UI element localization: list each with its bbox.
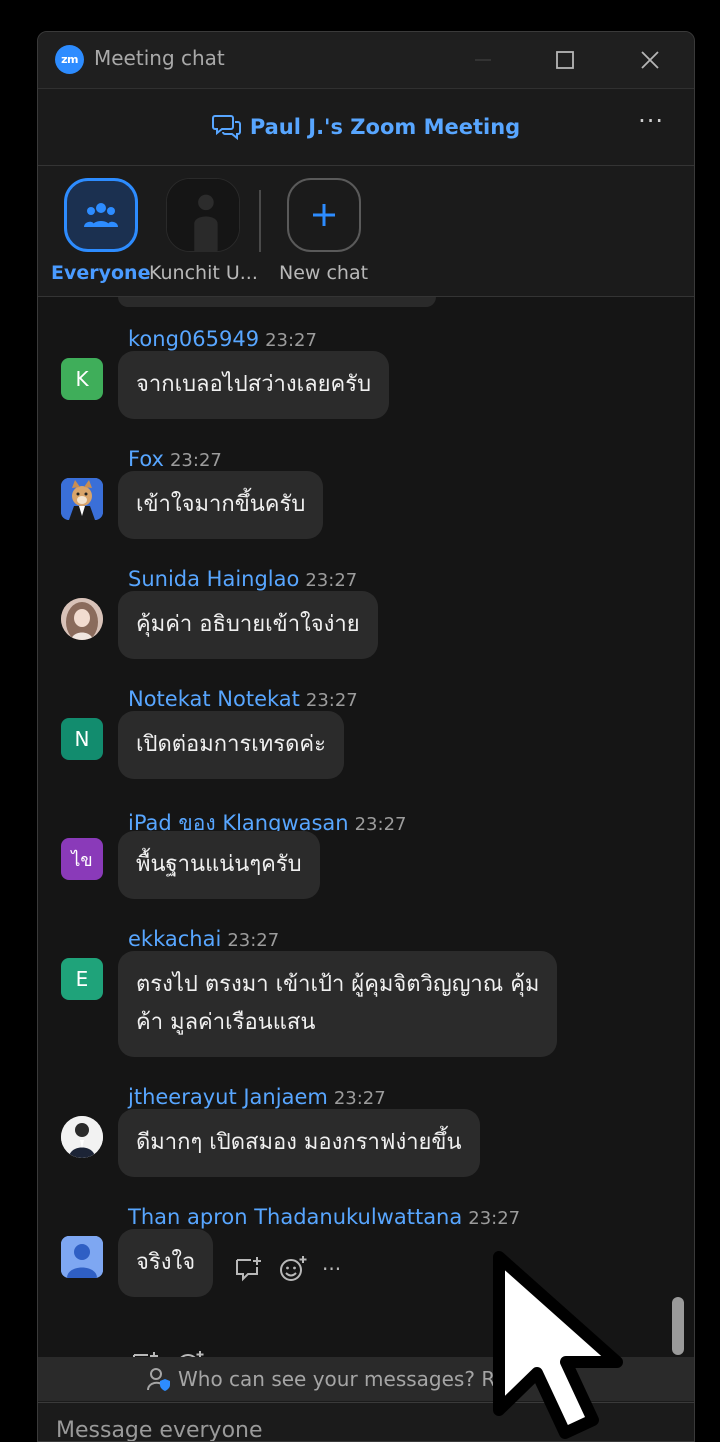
chat-message: Fox 23:27 เข้าใจมากขึ้นครับ (38, 447, 678, 567)
more-actions-button[interactable]: ··· (322, 1257, 341, 1281)
chat-scrollbar[interactable] (672, 297, 684, 1357)
message-time: 23:27 (305, 690, 358, 711)
message-time: 23:27 (354, 814, 407, 835)
meeting-title: Paul J.'s Zoom Meeting (38, 113, 694, 141)
meeting-chat-window: zm Meeting chat Paul J.'s Zoom Meeting ·… (37, 31, 695, 1442)
message-sender[interactable]: ekkachai 23:27 (128, 927, 279, 951)
message-actions: ··· (131, 1350, 238, 1357)
message-bubble[interactable]: เปิดต่อมการเทรดค่ะ (118, 711, 344, 779)
avatar[interactable]: K (61, 358, 103, 400)
message-sender[interactable]: Sunida Hainglao 23:27 (128, 567, 357, 591)
person-silhouette-icon (167, 179, 240, 251)
message-time: 23:27 (227, 930, 280, 951)
avatar[interactable] (61, 478, 103, 520)
maximize-button[interactable] (545, 40, 585, 80)
avatar[interactable] (61, 1116, 103, 1158)
meeting-title-text: Paul J.'s Zoom Meeting (249, 115, 521, 139)
chat-message: iPad ของ Klangwasan 23:27 ไข พื้นฐานแน่นๆ… (38, 807, 678, 927)
chat-bubbles-icon (211, 115, 241, 141)
message-bubble[interactable]: คุ้มค่า อธิบายเข้าใจง่าย (118, 591, 378, 659)
tab-new-chat-label: New chat (279, 262, 369, 284)
tab-divider (259, 190, 261, 252)
chat-message: ekkachai 23:27 E ตรงไป ตรงมา เข้าเป้า ผู้… (38, 927, 678, 1085)
message-time: 23:27 (305, 570, 358, 591)
reply-in-thread-icon[interactable] (131, 1350, 161, 1357)
add-reaction-icon[interactable] (278, 1255, 308, 1283)
scroll-thumb[interactable] (672, 1297, 684, 1355)
message-sender[interactable]: Than apron Thadanukulwattana 23:27 (128, 1205, 520, 1229)
message-bubble[interactable]: จากเบลอไปสว่างเลยครับ (118, 351, 390, 419)
minimize-button[interactable] (463, 40, 503, 80)
default-user-icon (61, 1236, 103, 1278)
profile-photo-icon (61, 1116, 103, 1158)
message-time: 23:27 (333, 1088, 386, 1109)
title-bar: zm Meeting chat (38, 32, 694, 89)
window-title: Meeting chat (94, 46, 225, 70)
minimize-icon (475, 59, 491, 61)
message-sender[interactable]: Notekat Notekat 23:27 (128, 687, 358, 711)
profile-photo-icon (61, 598, 103, 640)
chat-message: Sunida Hainglao 23:27 คุ้มค่า อธิบายเข้าใ… (38, 567, 678, 687)
more-options-button[interactable]: ··· (638, 107, 664, 135)
avatar[interactable]: ไข (61, 838, 103, 880)
tab-kunchit[interactable]: Kunchit U... (149, 178, 258, 284)
message-time: 23:27 (468, 1208, 521, 1229)
reply-in-thread-icon[interactable] (234, 1255, 264, 1283)
close-button[interactable] (630, 40, 670, 80)
chat-header: Paul J.'s Zoom Meeting ··· (38, 89, 694, 166)
chat-message: jtheerayut Janjaem 23:27 ดีมากๆ เปิดสมอง … (38, 1085, 678, 1205)
message-actions: ··· (234, 1255, 341, 1283)
chat-recipients-bar: Everyone Kunchit U... New chat (38, 166, 694, 297)
add-reaction-icon[interactable] (175, 1350, 205, 1357)
avatar[interactable] (61, 1236, 103, 1278)
chat-feed[interactable]: kong065949 23:27 K จากเบลอไปสว่างเลยครับ … (38, 297, 694, 1357)
close-icon (641, 51, 659, 69)
maximize-icon (556, 51, 574, 69)
privacy-text: Who can see your messages? Rec (178, 1367, 518, 1391)
previous-message-bubble (118, 297, 436, 307)
chat-message: kong065949 23:27 K จากเบลอไปสว่างเลยครับ (38, 327, 678, 447)
zoom-logo-icon: zm (55, 45, 84, 74)
message-bubble[interactable]: จริงใจ (118, 1229, 214, 1297)
message-sender[interactable]: jtheerayut Janjaem 23:27 (128, 1085, 386, 1109)
everyone-circle (63, 178, 138, 252)
user-shield-icon (147, 1368, 170, 1391)
tab-kunchit-label: Kunchit U... (149, 262, 258, 284)
dog-avatar-icon (61, 478, 103, 520)
new-chat-circle (286, 178, 361, 252)
avatar[interactable] (61, 598, 103, 640)
tab-everyone-label: Everyone (51, 262, 151, 284)
plus-icon (312, 204, 335, 226)
message-sender[interactable]: Fox 23:27 (128, 447, 222, 471)
message-sender[interactable]: kong065949 23:27 (128, 327, 317, 351)
message-bubble[interactable]: พื้นฐานแน่นๆครับ (118, 831, 320, 899)
message-bubble[interactable]: ดีมากๆ เปิดสมอง มองกราฟง่ายขึ้น (118, 1109, 480, 1177)
mouse-cursor-icon (493, 1251, 623, 1439)
profile-photo (166, 178, 241, 252)
message-time: 23:27 (265, 330, 317, 351)
message-bubble[interactable]: ตรงไป ตรงมา เข้าเป้า ผู้คุมจิตวิญญาณ คุ้… (118, 951, 558, 1057)
avatar[interactable]: N (61, 718, 103, 760)
chat-message: Notekat Notekat 23:27 N เปิดต่อมการเทรดค่… (38, 687, 678, 807)
people-icon (83, 203, 118, 227)
message-bubble[interactable]: เข้าใจมากขึ้นครับ (118, 471, 324, 539)
tab-new-chat[interactable]: New chat (279, 178, 368, 284)
tab-everyone[interactable]: Everyone (51, 178, 150, 284)
avatar[interactable]: E (61, 958, 103, 1000)
message-time: 23:27 (169, 450, 222, 471)
